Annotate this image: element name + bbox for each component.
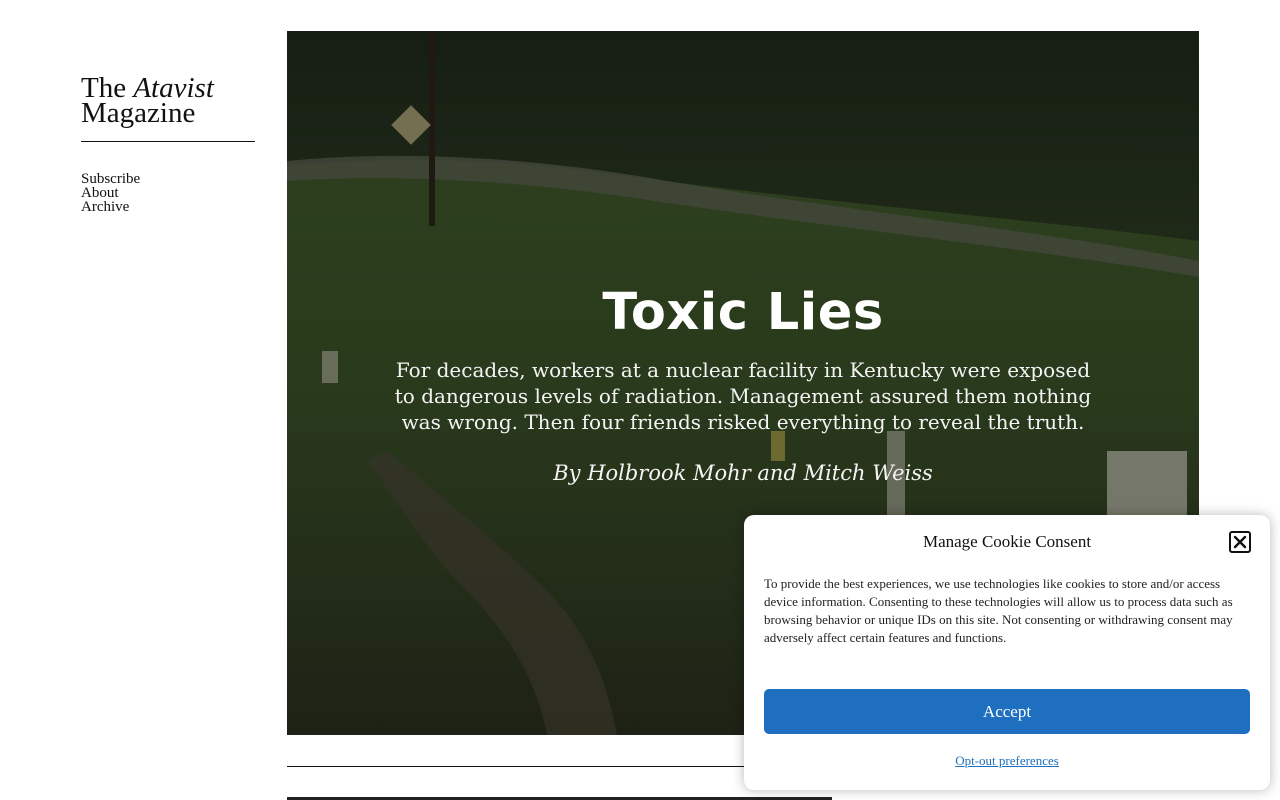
cookie-consent-modal: Manage Cookie Consent To provide the bes… [744,515,1270,790]
cookie-modal-title: Manage Cookie Consent [922,532,1092,551]
article-title: Toxic Lies [602,283,884,342]
cookie-optout-link[interactable]: Opt-out preferences [744,753,1270,769]
nav-about-link[interactable]: About [81,186,255,201]
logo-divider [81,141,255,142]
site-nav: Subscribe About Archive [81,172,255,215]
article-dek: For decades, workers at a nuclear facili… [394,358,1092,434]
nav-subscribe-link[interactable]: Subscribe [81,172,255,187]
cookie-modal-text: To provide the best experiences, we use … [764,576,1233,645]
close-x-glyph [1233,535,1247,549]
hero-content: Toxic Lies For decades, workers at a nuc… [287,283,1199,485]
nav-archive-link[interactable]: Archive [81,200,255,215]
site-logo[interactable]: The Atavist Magazine [81,74,255,129]
close-icon[interactable] [1229,531,1251,553]
sidebar: The Atavist Magazine Subscribe About Arc… [81,74,255,215]
cookie-accept-button[interactable]: Accept [764,689,1250,734]
article-byline: By Holbrook Mohr and Mitch Weiss [553,461,933,485]
logo-magazine: Magazine [81,97,196,129]
